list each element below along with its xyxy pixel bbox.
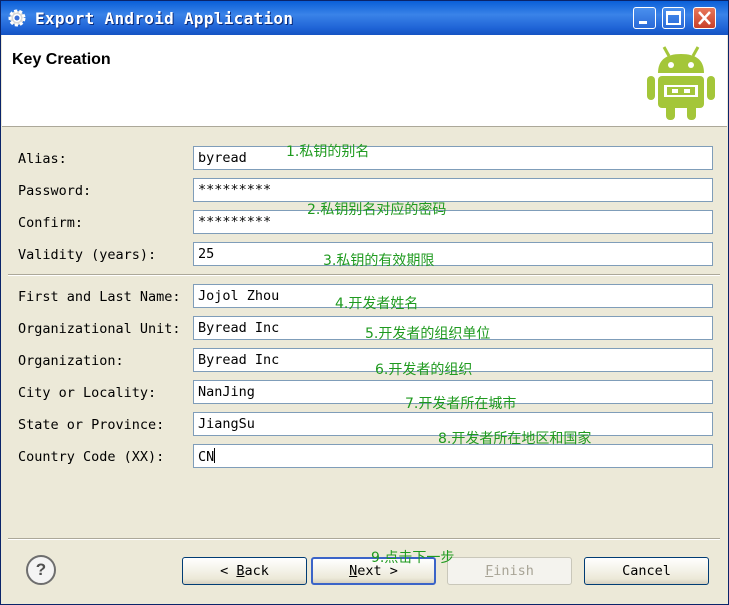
organization-value: Byread Inc <box>198 352 280 368</box>
text-caret <box>214 448 216 463</box>
maximize-button[interactable] <box>662 7 685 29</box>
annotation-alias: 1.私钥的别名 <box>286 144 370 160</box>
country-value: CN <box>198 449 215 465</box>
minimize-button[interactable] <box>633 7 656 29</box>
back-mnemonic: B <box>236 563 245 579</box>
org-unit-label: Organizational Unit: <box>18 321 181 337</box>
annotation-state-country: 8.开发者所在地区和国家 <box>438 431 592 447</box>
minimize-icon <box>639 21 647 24</box>
password-input[interactable]: ********* <box>193 178 713 202</box>
confirm-input[interactable]: ********* <box>193 210 713 234</box>
validity-value: 25 <box>198 246 215 262</box>
close-button[interactable] <box>693 7 716 29</box>
back-arrow-icon: < <box>220 563 229 579</box>
validity-label: Validity (years): <box>18 247 157 263</box>
window-title: Export Android Application <box>35 9 294 28</box>
annotation-organization: 6.开发者的组织 <box>375 362 473 378</box>
country-label: Country Code (XX): <box>18 449 165 465</box>
finish-button[interactable]: Finish <box>447 557 572 585</box>
annotation-next: 9.点击下一步 <box>371 550 455 566</box>
finish-label: inish <box>493 563 534 579</box>
name-label: First and Last Name: <box>18 289 181 305</box>
title-bar[interactable]: Export Android Application <box>1 1 728 35</box>
name-input[interactable]: Jojol Zhou <box>193 284 713 308</box>
android-logo-icon <box>647 46 715 120</box>
section-divider <box>8 274 720 276</box>
alias-input[interactable]: byread <box>193 146 713 170</box>
annotation-password: 2.私钥别名对应的密码 <box>307 202 447 218</box>
city-label: City or Locality: <box>18 385 157 401</box>
close-icon <box>698 11 711 25</box>
annotation-org-unit: 5.开发者的组织单位 <box>365 326 491 342</box>
wizard-header: Key Creation <box>2 35 727 127</box>
state-value: JiangSu <box>198 416 255 432</box>
validity-input[interactable]: 25 <box>193 242 713 266</box>
annotation-validity: 3.私钥的有效期限 <box>323 253 435 269</box>
city-value: NanJing <box>198 384 255 400</box>
annotation-city: 7.开发者所在城市 <box>405 396 517 412</box>
help-icon: ? <box>35 560 47 579</box>
alias-label: Alias: <box>18 151 67 167</box>
help-button[interactable]: ? <box>26 555 56 585</box>
organization-label: Organization: <box>18 353 124 369</box>
maximize-icon <box>666 11 681 25</box>
org-unit-value: Byread Inc <box>198 320 280 336</box>
next-mnemonic: N <box>349 563 358 579</box>
gear-icon <box>8 9 26 27</box>
cancel-button[interactable]: Cancel <box>584 557 709 585</box>
cancel-label: Cancel <box>622 563 671 579</box>
state-label: State or Province: <box>18 417 165 433</box>
password-value: ********* <box>198 182 272 198</box>
page-title: Key Creation <box>12 51 111 68</box>
back-label: ack <box>244 563 269 579</box>
annotation-name: 4.开发者姓名 <box>335 296 419 312</box>
confirm-value: ********* <box>198 214 272 230</box>
confirm-label: Confirm: <box>18 215 84 231</box>
button-bar-divider <box>8 538 720 540</box>
back-button[interactable]: < Back <box>182 557 307 585</box>
alias-value: byread <box>198 150 247 166</box>
name-value: Jojol Zhou <box>198 288 280 304</box>
password-label: Password: <box>18 183 92 199</box>
export-dialog: Export Android Application Key Creation <box>0 0 729 605</box>
